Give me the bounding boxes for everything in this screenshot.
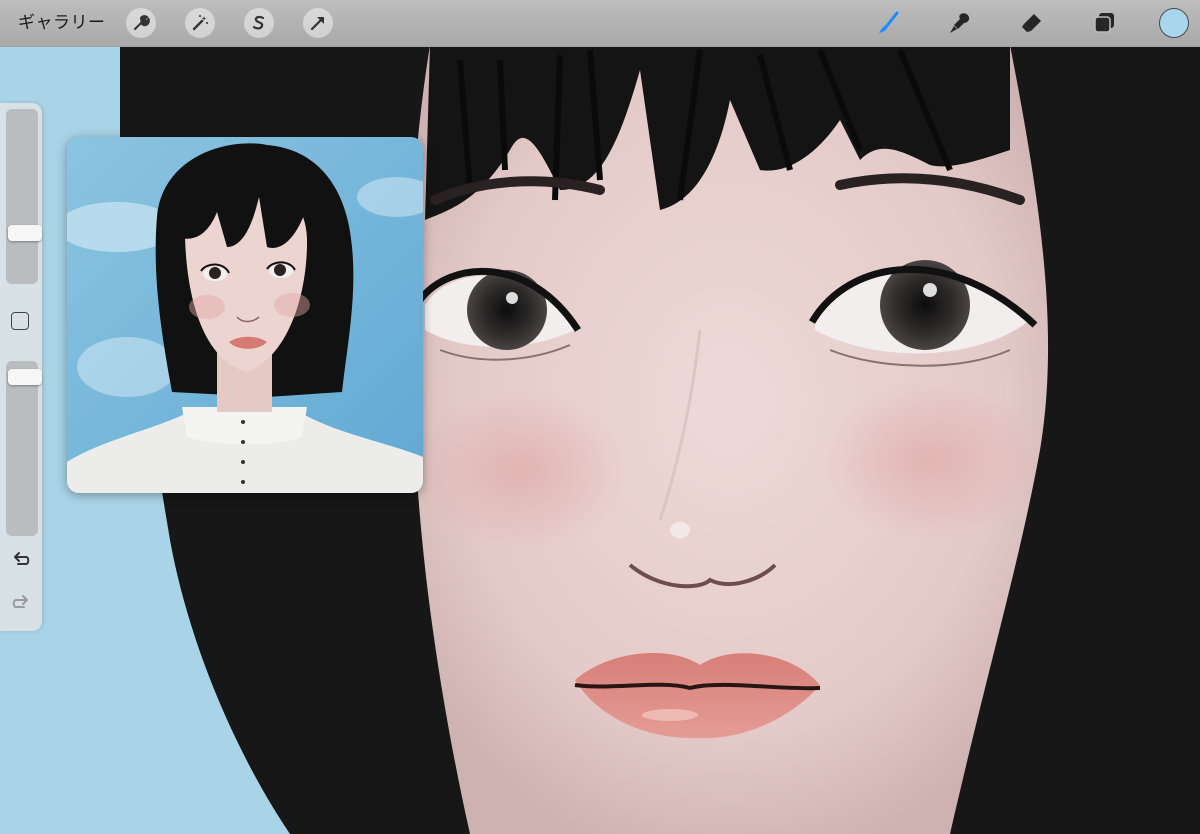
transform-button[interactable] — [303, 8, 333, 38]
reference-window[interactable] — [67, 137, 423, 493]
modify-square-icon[interactable] — [11, 312, 29, 330]
reference-image — [67, 137, 423, 493]
undo-icon[interactable] — [10, 550, 32, 572]
magic-wand-icon — [192, 15, 208, 31]
actions-button[interactable] — [126, 8, 156, 38]
selection-s-icon — [252, 15, 265, 30]
brush-tool-button[interactable] — [874, 8, 904, 38]
smudge-icon — [950, 13, 970, 33]
arrow-cursor-icon — [310, 17, 324, 31]
brush-size-slider[interactable] — [6, 109, 42, 284]
left-sidebar — [0, 103, 42, 631]
wrench-icon — [134, 15, 150, 30]
opacity-slider[interactable] — [6, 361, 42, 536]
layers-button[interactable] — [1089, 8, 1119, 38]
gallery-button[interactable]: ギャラリー — [18, 10, 106, 36]
brush-icon — [879, 11, 899, 33]
selection-button[interactable] — [244, 8, 274, 38]
adjustments-button[interactable] — [185, 8, 215, 38]
color-picker-button[interactable] — [1159, 8, 1189, 38]
opacity-handle[interactable] — [8, 369, 42, 385]
redo-icon[interactable] — [10, 593, 32, 615]
smudge-tool-button[interactable] — [945, 8, 975, 38]
brush-size-handle[interactable] — [8, 225, 42, 241]
eraser-icon — [1022, 14, 1041, 32]
top-toolbar: ギャラリー — [0, 0, 1200, 47]
layers-icon — [1094, 13, 1114, 33]
eraser-tool-button[interactable] — [1017, 8, 1047, 38]
